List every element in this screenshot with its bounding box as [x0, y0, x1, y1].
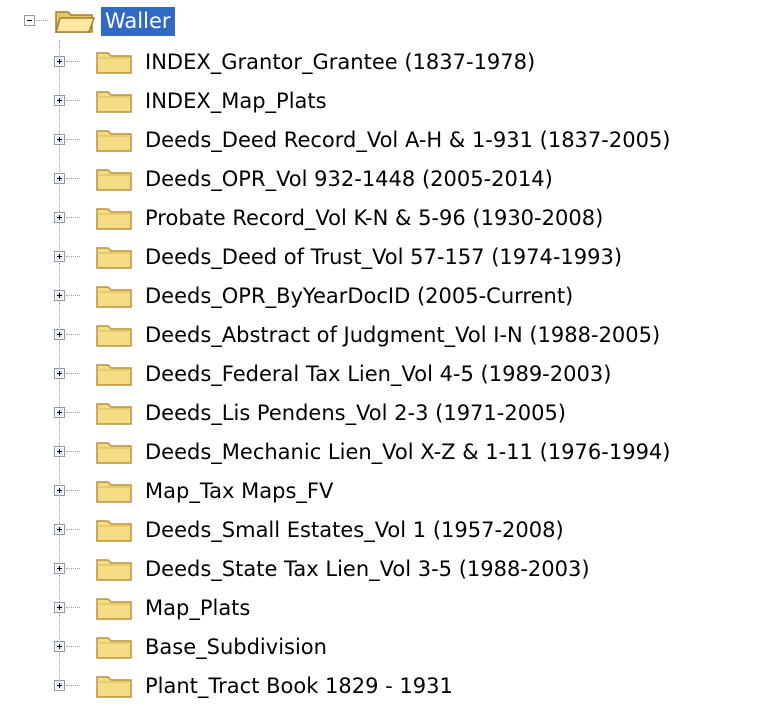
expand-icon[interactable]: [54, 368, 65, 379]
closed-folder-icon: [96, 208, 132, 230]
tree-folder-label[interactable]: Probate Record_Vol K-N & 5-96 (1930-2008…: [145, 202, 603, 234]
tree-folder-item[interactable]: INDEX_Map_Plats: [54, 81, 779, 121]
tree-folder-label[interactable]: Deeds_Lis Pendens_Vol 2-3 (1971-2005): [145, 397, 566, 429]
tree-folder-label[interactable]: Deeds_Deed Record_Vol A-H & 1-931 (1837-…: [145, 124, 671, 156]
tree-folder-item[interactable]: Deeds_Federal Tax Lien_Vol 4-5 (1989-200…: [54, 354, 779, 394]
tree-folder-item[interactable]: Deeds_OPR_Vol 932-1448 (2005-2014): [54, 159, 779, 199]
tree-folder-label[interactable]: Base_Subdivision: [145, 631, 327, 663]
tree-folder-label[interactable]: Deeds_OPR_ByYearDocID (2005-Current): [145, 280, 573, 312]
tree-connector: [66, 139, 80, 140]
expand-icon[interactable]: [54, 290, 65, 301]
tree-folder-label[interactable]: INDEX_Map_Plats: [145, 85, 327, 117]
tree-folder-label[interactable]: Deeds_Mechanic Lien_Vol X-Z & 1-11 (1976…: [145, 436, 670, 468]
expand-icon[interactable]: [54, 446, 65, 457]
closed-folder-icon: [96, 130, 132, 152]
tree-folder-label[interactable]: Map_Tax Maps_FV: [145, 475, 333, 507]
tree-folder-item[interactable]: Deeds_Deed Record_Vol A-H & 1-931 (1837-…: [54, 120, 779, 160]
expand-icon[interactable]: [54, 563, 65, 574]
closed-folder-icon: [96, 637, 132, 659]
tree-connector: [66, 529, 80, 530]
closed-folder-icon: [96, 169, 132, 191]
tree-folder-item[interactable]: Plant_Tract Book 1829 - 1931: [54, 666, 779, 706]
expand-icon[interactable]: [54, 680, 65, 691]
expand-icon[interactable]: [54, 134, 65, 145]
tree-folder-label[interactable]: Map_Plats: [145, 592, 250, 624]
tree-connector: [66, 412, 80, 413]
closed-folder-icon: [96, 52, 132, 74]
collapse-icon[interactable]: [24, 15, 35, 26]
tree-connector: [66, 646, 80, 647]
tree-folder-item[interactable]: Deeds_Small Estates_Vol 1 (1957-2008): [54, 510, 779, 550]
tree-connector: [66, 373, 80, 374]
closed-folder-icon: [96, 481, 132, 503]
expand-icon[interactable]: [54, 407, 65, 418]
tree-folder-label[interactable]: Plant_Tract Book 1829 - 1931: [145, 670, 453, 702]
tree-root-waller[interactable]: Waller: [24, 4, 324, 36]
tree-folder-item[interactable]: Deeds_Lis Pendens_Vol 2-3 (1971-2005): [54, 393, 779, 433]
expand-icon[interactable]: [54, 329, 65, 340]
tree-root-label[interactable]: Waller: [101, 7, 175, 36]
closed-folder-icon: [96, 442, 132, 464]
tree-connector: [66, 334, 80, 335]
closed-folder-icon: [96, 325, 132, 347]
tree-connector: [66, 217, 80, 218]
tree-folder-item[interactable]: Deeds_Deed of Trust_Vol 57-157 (1974-199…: [54, 237, 779, 277]
closed-folder-icon: [96, 520, 132, 542]
expand-icon[interactable]: [54, 251, 65, 262]
tree-folder-item[interactable]: Probate Record_Vol K-N & 5-96 (1930-2008…: [54, 198, 779, 238]
tree-folder-label[interactable]: Deeds_Deed of Trust_Vol 57-157 (1974-199…: [145, 241, 622, 273]
tree-folder-item[interactable]: Deeds_OPR_ByYearDocID (2005-Current): [54, 276, 779, 316]
tree-folder-item[interactable]: Map_Plats: [54, 588, 779, 628]
closed-folder-icon: [96, 598, 132, 620]
tree-folder-label[interactable]: Deeds_State Tax Lien_Vol 3-5 (1988-2003): [145, 553, 590, 585]
tree-folder-item[interactable]: Deeds_Mechanic Lien_Vol X-Z & 1-11 (1976…: [54, 432, 779, 472]
tree-folder-label[interactable]: Deeds_Abstract of Judgment_Vol I-N (1988…: [145, 319, 660, 351]
closed-folder-icon: [96, 91, 132, 113]
tree-folder-label[interactable]: Deeds_OPR_Vol 932-1448 (2005-2014): [145, 163, 553, 195]
tree-connector: [66, 295, 80, 296]
tree-connector: [66, 568, 80, 569]
closed-folder-icon: [96, 364, 132, 386]
expand-icon[interactable]: [54, 641, 65, 652]
tree-connector: [36, 20, 48, 21]
tree-folder-item[interactable]: Deeds_State Tax Lien_Vol 3-5 (1988-2003): [54, 549, 779, 589]
expand-icon[interactable]: [54, 524, 65, 535]
tree-folder-label[interactable]: INDEX_Grantor_Grantee (1837-1978): [145, 46, 535, 78]
tree-connector: [66, 490, 80, 491]
expand-icon[interactable]: [54, 485, 65, 496]
tree-connector: [66, 61, 80, 62]
expand-icon[interactable]: [54, 602, 65, 613]
closed-folder-icon: [96, 247, 132, 269]
closed-folder-icon: [96, 559, 132, 581]
closed-folder-icon: [96, 286, 132, 308]
tree-folder-item[interactable]: INDEX_Grantor_Grantee (1837-1978): [54, 42, 779, 82]
tree-folder-item[interactable]: Base_Subdivision: [54, 627, 779, 667]
tree-folder-label[interactable]: Deeds_Federal Tax Lien_Vol 4-5 (1989-200…: [145, 358, 611, 390]
tree-folder-label[interactable]: Deeds_Small Estates_Vol 1 (1957-2008): [145, 514, 564, 546]
tree-connector: [66, 178, 80, 179]
tree-connector: [66, 451, 80, 452]
expand-icon[interactable]: [54, 173, 65, 184]
expand-icon[interactable]: [54, 95, 65, 106]
tree-folder-item[interactable]: Map_Tax Maps_FV: [54, 471, 779, 511]
open-folder-icon: [55, 11, 96, 33]
folder-tree: Waller INDEX_Grantor_Grantee (1837-1978)…: [0, 0, 779, 706]
tree-folder-item[interactable]: Deeds_Abstract of Judgment_Vol I-N (1988…: [54, 315, 779, 355]
tree-connector: [66, 256, 80, 257]
closed-folder-icon: [96, 403, 132, 425]
closed-folder-icon: [96, 676, 132, 698]
tree-connector: [66, 100, 80, 101]
expand-icon[interactable]: [54, 212, 65, 223]
tree-connector: [66, 607, 80, 608]
tree-connector: [66, 685, 80, 686]
expand-icon[interactable]: [54, 56, 65, 67]
